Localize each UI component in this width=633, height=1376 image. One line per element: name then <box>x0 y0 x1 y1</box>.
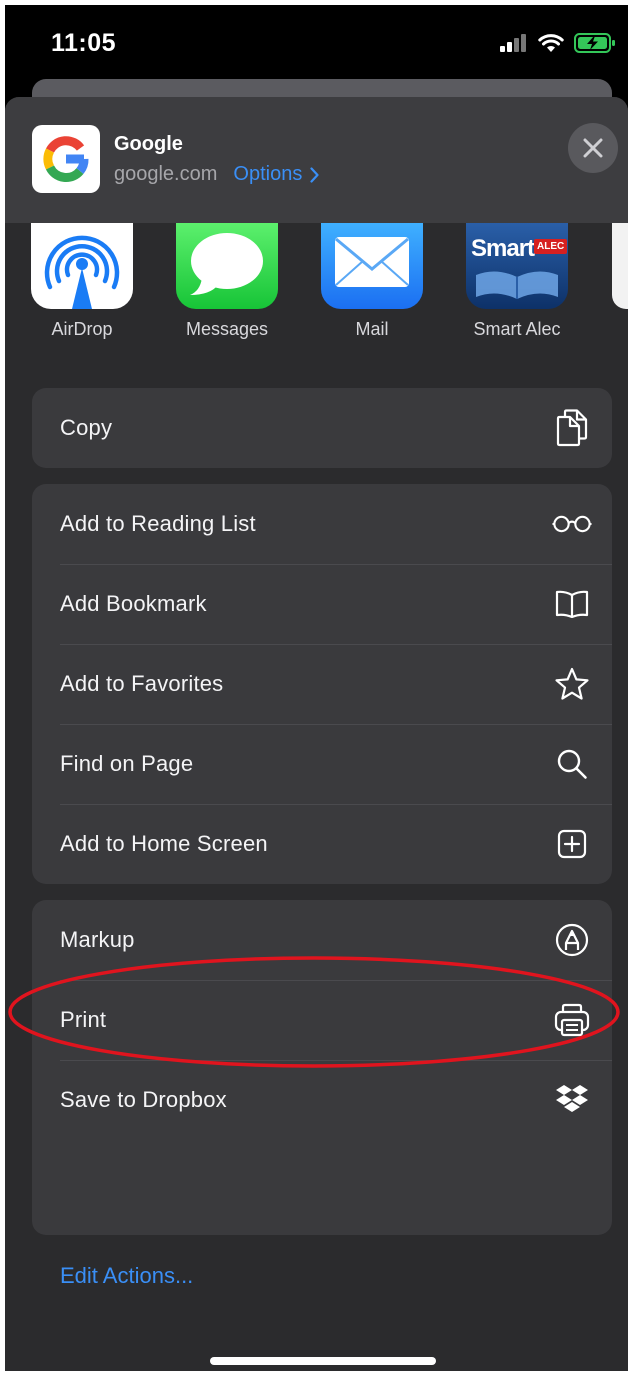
app-smart-alec[interactable]: Smart ALEC Smart Alec <box>452 223 582 340</box>
signal-icon <box>500 34 526 52</box>
action-label: Add to Home Screen <box>60 831 268 856</box>
status-time: 11:05 <box>51 29 117 57</box>
airdrop-icon <box>31 223 133 309</box>
smart-alec-logo-text: Smart <box>471 235 535 262</box>
site-title: Google <box>114 133 183 155</box>
search-icon <box>552 744 592 784</box>
app-mail[interactable]: Mail <box>307 223 437 340</box>
messages-icon <box>176 223 278 309</box>
battery-charging-icon <box>574 33 615 53</box>
glasses-icon <box>552 504 592 544</box>
app-label-smart-alec: Smart Alec <box>473 319 561 339</box>
wifi-icon <box>538 33 564 52</box>
action-copy[interactable]: Copy <box>32 388 612 468</box>
action-label: Add Bookmark <box>60 591 207 616</box>
site-subtitle: google.com Options <box>114 163 319 186</box>
action-add-bookmark[interactable]: Add Bookmark <box>32 564 612 644</box>
options-label: Options <box>233 163 303 185</box>
smart-alec-icon: Smart ALEC <box>466 223 568 309</box>
action-label: Add to Reading List <box>60 511 256 536</box>
site-domain: google.com <box>114 163 218 185</box>
google-logo-icon <box>32 125 100 193</box>
phone-screen: 11:05 Google google.com Options AirDrop … <box>5 5 628 1371</box>
action-group-safari: Add to Reading List Add Bookmark Add to … <box>32 484 612 884</box>
action-group-extensions: Markup Print Save to Dropbox <box>32 900 612 1235</box>
status-icons <box>500 33 616 53</box>
options-link[interactable]: Options <box>233 163 319 186</box>
action-markup[interactable]: Markup <box>32 900 612 980</box>
action-add-to-reading-list[interactable]: Add to Reading List <box>32 484 612 564</box>
app-label-mail: Mail <box>355 319 389 339</box>
action-find-on-page[interactable]: Find on Page <box>32 724 612 804</box>
action-label: Save to Dropbox <box>60 1087 227 1112</box>
action-add-to-home-screen[interactable]: Add to Home Screen <box>32 804 612 884</box>
edit-actions-link[interactable]: Edit Actions... <box>60 1263 193 1289</box>
printer-icon <box>552 1000 592 1040</box>
app-share-row: AirDrop Messages Mail Smart ALEC Smart A… <box>5 223 628 348</box>
action-add-to-favorites[interactable]: Add to Favorites <box>32 644 612 724</box>
action-label: Find on Page <box>60 751 194 776</box>
markup-icon <box>552 920 592 960</box>
action-label: Copy <box>60 415 113 440</box>
smart-alec-logo-badge: ALEC <box>534 239 568 254</box>
close-button[interactable] <box>568 123 618 173</box>
plus-square-icon <box>552 824 592 864</box>
status-bar: 11:05 <box>5 5 628 85</box>
app-airdrop[interactable]: AirDrop <box>17 223 147 340</box>
copy-icon <box>552 408 592 448</box>
close-icon <box>583 138 603 158</box>
action-label: Markup <box>60 927 135 952</box>
action-save-to-dropbox[interactable]: Save to Dropbox <box>32 1060 612 1140</box>
app-label-airdrop: AirDrop <box>51 319 113 339</box>
action-label: Add to Favorites <box>60 671 224 696</box>
book-icon <box>552 584 592 624</box>
app-label-messages: Messages <box>185 319 269 339</box>
action-label: Print <box>60 1007 107 1032</box>
app-partial-next[interactable] <box>612 223 628 309</box>
action-group-copy: Copy <box>32 388 612 468</box>
share-header: Google google.com Options <box>5 97 628 223</box>
dropbox-icon <box>552 1080 592 1120</box>
share-sheet: Google google.com Options AirDrop Messag… <box>5 97 628 1371</box>
action-print[interactable]: Print <box>32 980 612 1060</box>
home-indicator[interactable] <box>210 1357 436 1365</box>
star-icon <box>552 664 592 704</box>
chevron-right-icon <box>310 166 319 183</box>
mail-icon <box>321 223 423 309</box>
app-messages[interactable]: Messages <box>162 223 292 340</box>
